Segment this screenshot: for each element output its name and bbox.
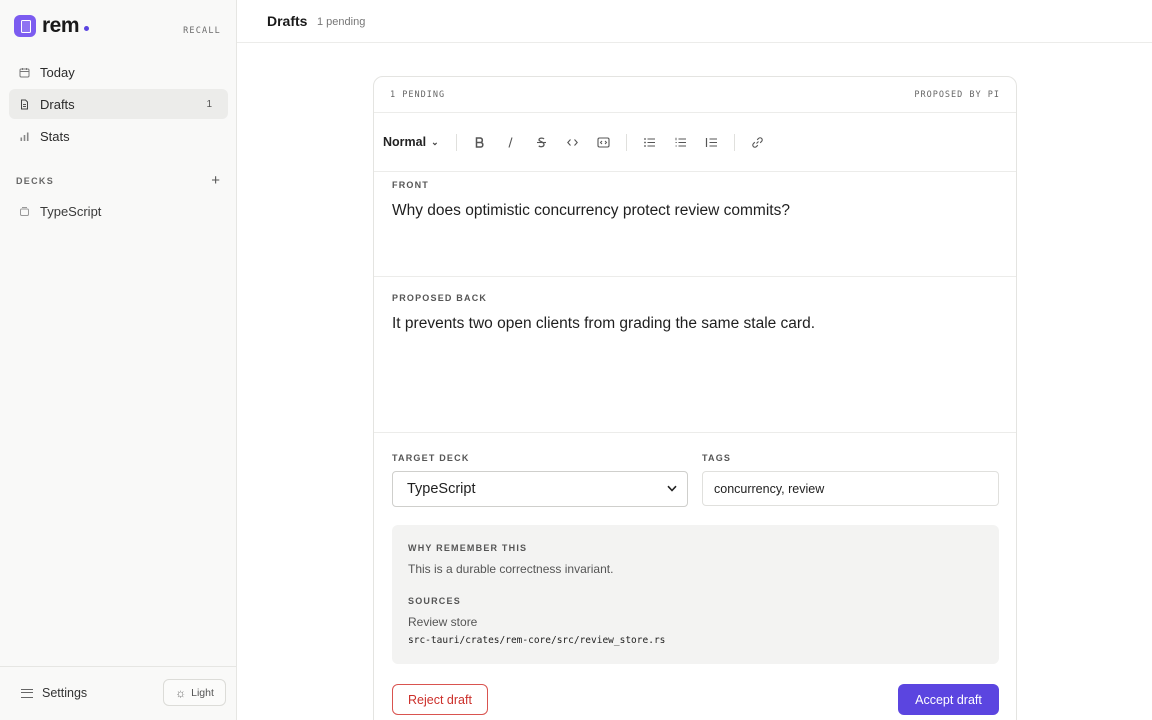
italic-button[interactable] [498, 130, 522, 154]
link-button[interactable] [745, 130, 769, 154]
sidebar: rem RECALL Today Drafts 1 Stats DECKS + [0, 0, 237, 720]
front-field[interactable]: FRONT Why does optimistic concurrency pr… [374, 172, 1016, 277]
toolbar-divider [625, 133, 627, 151]
link-icon [751, 136, 763, 148]
editor-toolbar: Normal ⌄ [374, 113, 1016, 172]
proposed-back-text[interactable]: It prevents two open clients from gradin… [392, 315, 815, 333]
why-remember-panel: WHY REMEMBER THIS This is a durable corr… [392, 525, 999, 664]
source-name: Review store [408, 615, 478, 629]
reject-draft-button[interactable]: Reject draft [392, 684, 488, 715]
sidebar-item-drafts[interactable]: Drafts 1 [9, 89, 228, 119]
tags-input[interactable] [702, 471, 999, 506]
decks-label: DECKS [16, 176, 55, 186]
decks-header: DECKS + [16, 173, 220, 188]
bold-button[interactable] [467, 130, 491, 154]
sun-icon: ☼ [175, 685, 187, 700]
brand-tagline: RECALL [183, 26, 221, 36]
card-header: 1 PENDING PROPOSED BY PI [374, 77, 1016, 113]
proposed-back-label: PROPOSED BACK [392, 293, 488, 303]
sidebar-item-label: Stats [40, 128, 70, 144]
brand-name: rem [42, 14, 80, 37]
code-block-button[interactable] [591, 130, 615, 154]
ordered-list-button[interactable] [668, 130, 692, 154]
target-deck-value: TypeScript [407, 481, 476, 497]
theme-label: Light [191, 686, 214, 699]
toolbar-divider [455, 133, 457, 151]
bold-icon [475, 136, 484, 148]
bar-chart-icon [19, 131, 30, 142]
document-icon [19, 99, 30, 110]
strikethrough-button[interactable] [529, 130, 553, 154]
drafts-count-badge: 1 [206, 98, 212, 110]
settings-label: Settings [42, 686, 88, 700]
text-style-select[interactable]: Normal ⌄ [383, 135, 439, 149]
pending-status: 1 PENDING [390, 90, 446, 100]
strikethrough-icon [536, 137, 546, 147]
page-title: Drafts [267, 13, 308, 29]
sidebar-item-today[interactable]: Today [9, 57, 228, 87]
deck-icon [19, 206, 30, 217]
theme-toggle-button[interactable]: ☼ Light [163, 679, 226, 706]
source-path[interactable]: src-tauri/crates/rem-core/src/review_sto… [408, 635, 665, 646]
chevron-down-icon [667, 484, 677, 495]
accept-draft-button[interactable]: Accept draft [898, 684, 999, 715]
inline-code-button[interactable] [560, 130, 584, 154]
bullet-list-icon [643, 137, 655, 147]
target-deck-select[interactable]: TypeScript [392, 471, 688, 507]
blockquote-icon [705, 137, 717, 147]
toolbar-divider [733, 133, 735, 151]
brand[interactable]: rem [14, 14, 90, 37]
chevron-down-icon: ⌄ [431, 136, 439, 147]
sidebar-item-deck-typescript[interactable]: TypeScript [9, 196, 228, 226]
why-remember-text: This is a durable correctness invariant. [408, 562, 614, 576]
sources-label: SOURCES [408, 596, 461, 606]
ordered-list-icon [675, 137, 686, 146]
add-deck-button[interactable]: + [211, 173, 220, 188]
sidebar-footer: Settings ☼ Light [0, 666, 236, 720]
why-remember-label: WHY REMEMBER THIS [408, 543, 528, 553]
text-style-value: Normal [383, 135, 427, 149]
main-nav: Today Drafts 1 Stats [9, 57, 228, 153]
front-text[interactable]: Why does optimistic concurrency protect … [392, 202, 790, 220]
tags-label: TAGS [702, 453, 732, 463]
sidebar-item-label: Today [40, 64, 75, 80]
deck-item-label: TypeScript [40, 203, 102, 219]
bullet-list-button[interactable] [637, 130, 661, 154]
code-icon [566, 138, 578, 146]
front-label: FRONT [392, 180, 429, 190]
sidebar-item-label: Drafts [40, 96, 75, 112]
logo-icon [14, 15, 36, 37]
italic-icon [508, 136, 513, 148]
blockquote-button[interactable] [699, 130, 723, 154]
menu-icon [21, 688, 33, 698]
draft-card: 1 PENDING PROPOSED BY PI Normal ⌄ FRONT … [373, 76, 1017, 720]
target-deck-label: TARGET DECK [392, 453, 470, 463]
page-header: Drafts 1 pending [237, 0, 1152, 43]
calendar-icon [19, 67, 30, 78]
sidebar-item-stats[interactable]: Stats [9, 121, 228, 151]
code-block-icon [597, 136, 610, 148]
proposed-back-field[interactable]: PROPOSED BACK It prevents two open clien… [374, 277, 1016, 433]
pending-count: 1 pending [317, 16, 366, 28]
brand-dot [84, 25, 90, 31]
settings-button[interactable]: Settings [21, 686, 87, 700]
proposed-by: PROPOSED BY PI [914, 90, 1000, 100]
